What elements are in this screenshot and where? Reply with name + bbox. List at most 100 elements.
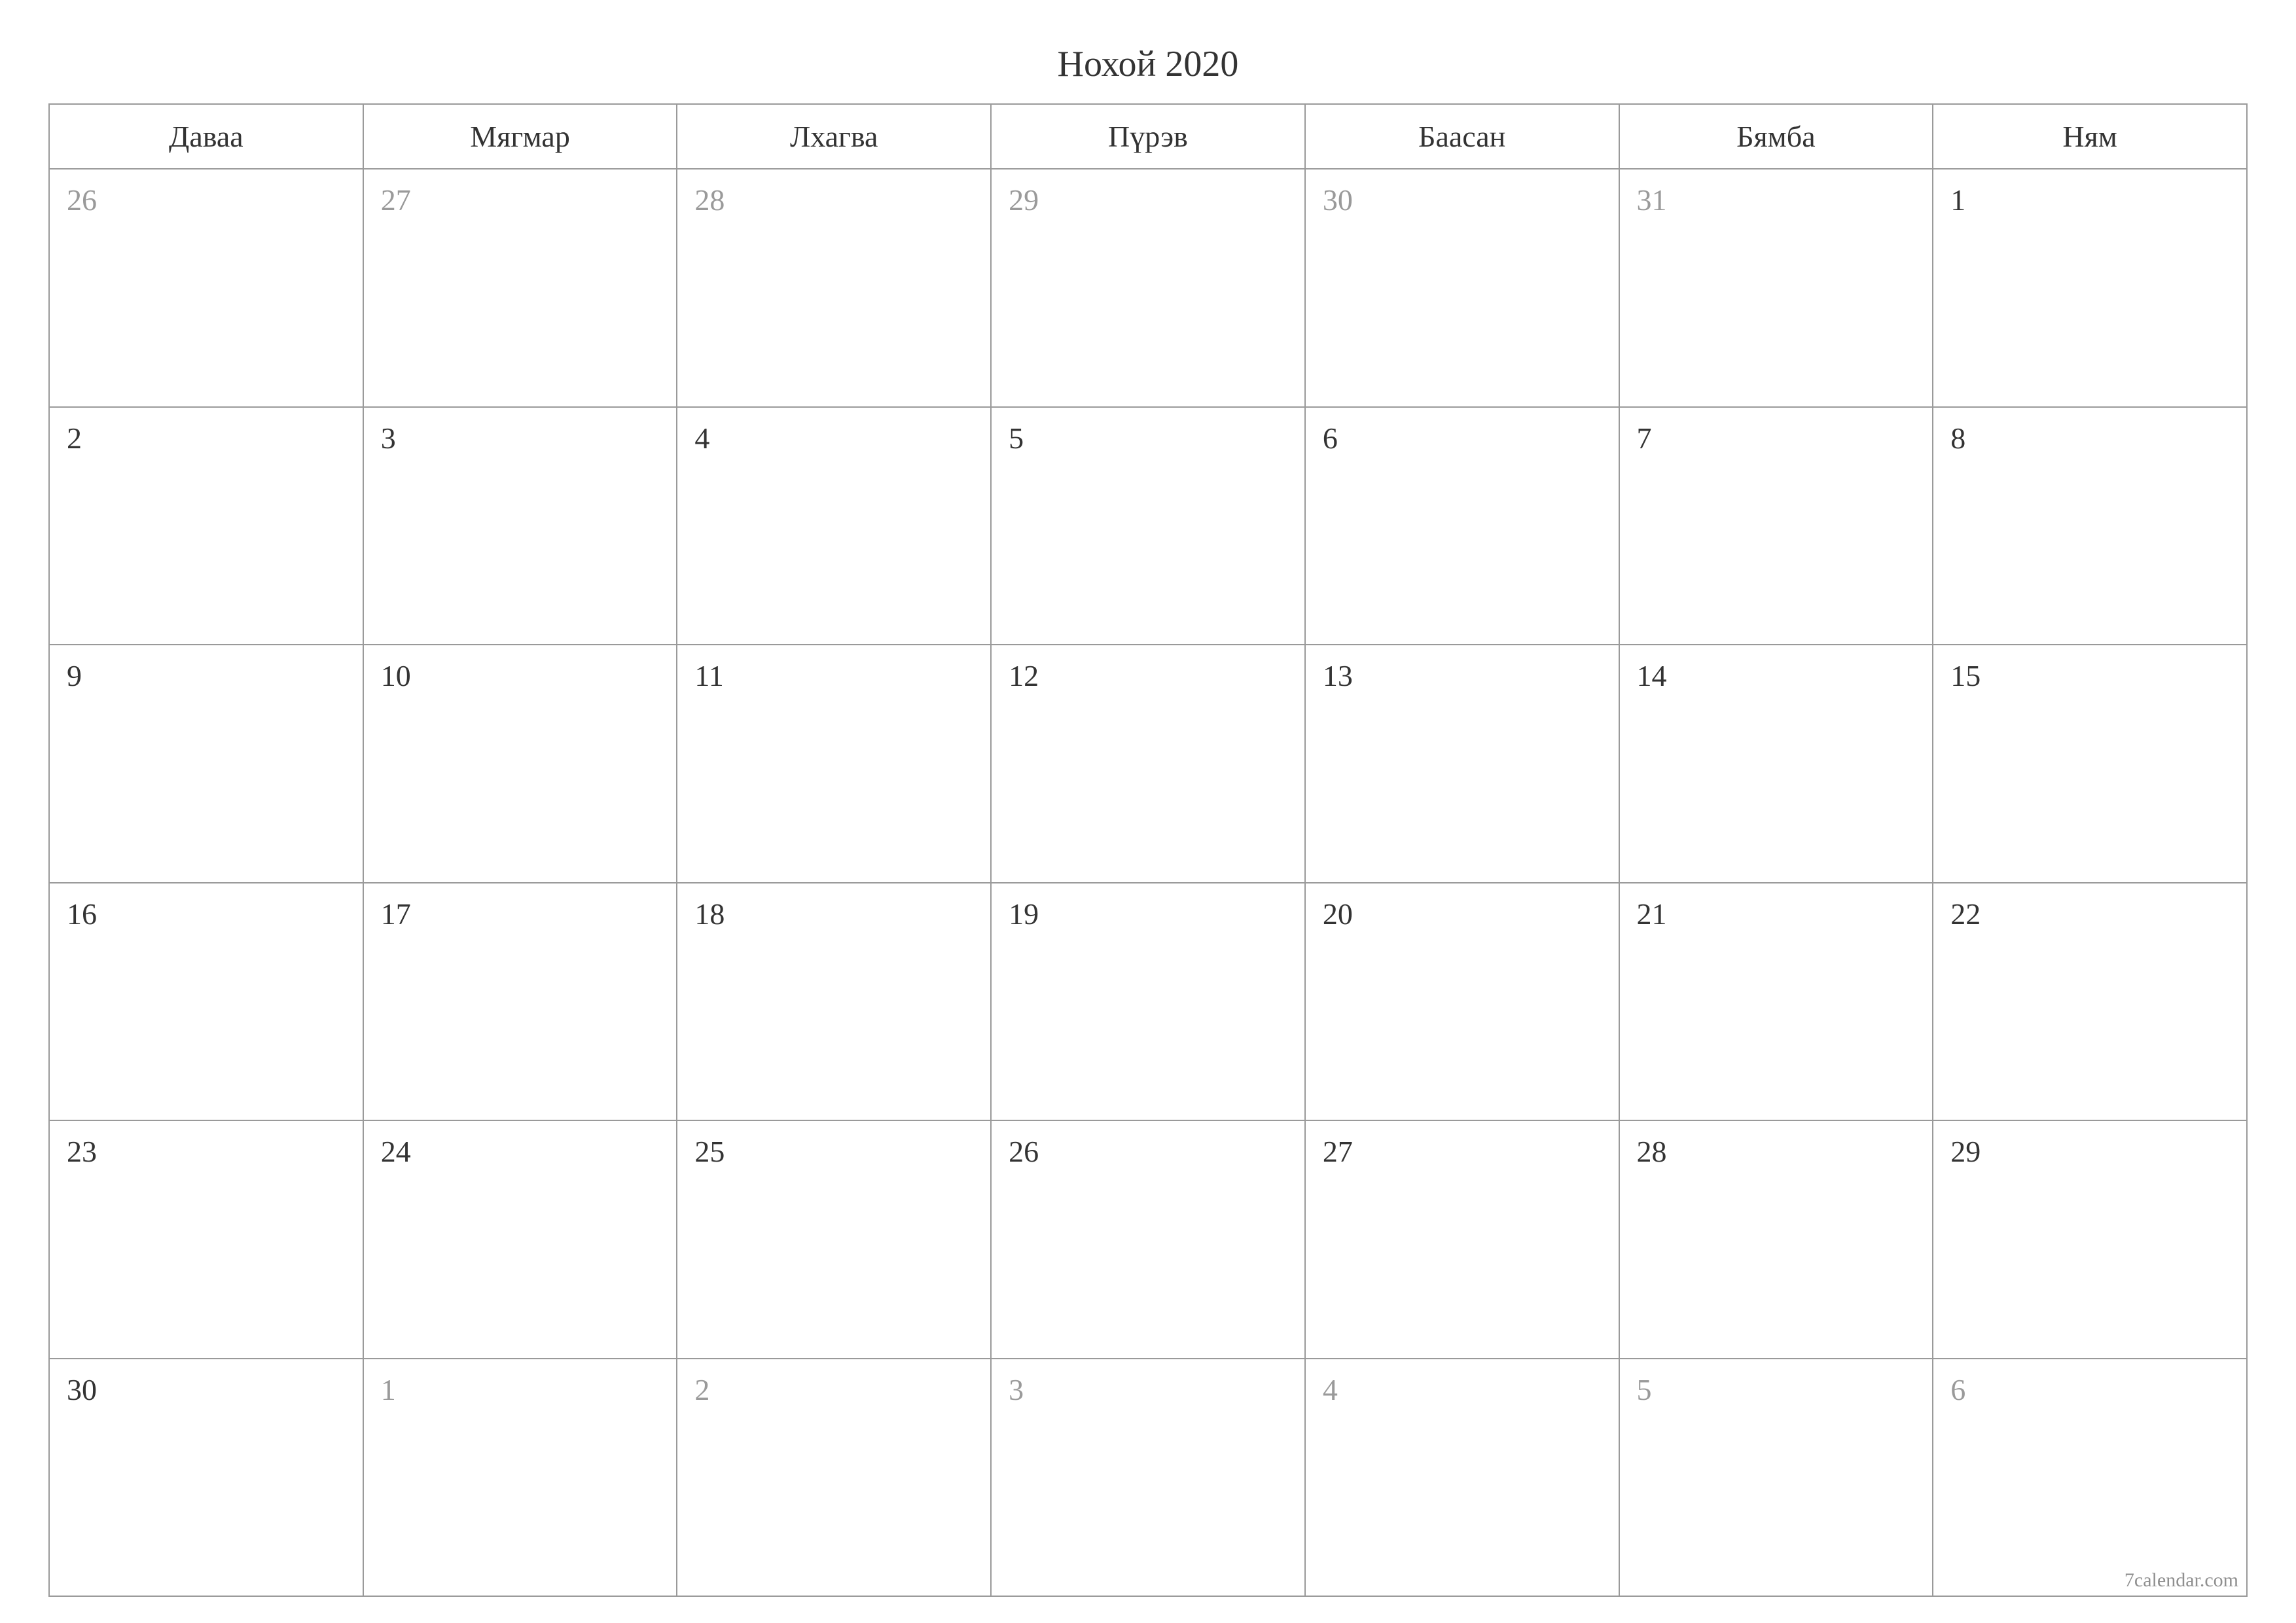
day-number: 3 — [381, 421, 396, 455]
calendar-body: 26 27 28 29 30 31 1 2 3 4 5 6 7 8 9 10 1… — [49, 169, 2247, 1596]
calendar-day-cell: 7 — [1619, 407, 1933, 645]
day-number: 28 — [1637, 1135, 1667, 1168]
weekday-header-row: Даваа Мягмар Лхагва Пүрэв Баасан Бямба Н… — [49, 104, 2247, 169]
calendar-day-cell: 22 — [1933, 883, 2247, 1121]
day-number: 2 — [694, 1373, 709, 1406]
calendar-day-cell: 10 — [363, 645, 677, 883]
calendar-day-cell: 2 — [49, 407, 363, 645]
calendar-day-cell: 1 — [1933, 169, 2247, 407]
day-number: 12 — [1009, 659, 1039, 692]
weekday-header: Лхагва — [677, 104, 991, 169]
day-number: 1 — [1950, 183, 1965, 217]
calendar-day-cell: 14 — [1619, 645, 1933, 883]
calendar-day-cell: 28 — [677, 169, 991, 407]
calendar-table: Даваа Мягмар Лхагва Пүрэв Баасан Бямба Н… — [48, 103, 2248, 1597]
calendar-day-cell: 27 — [1305, 1120, 1619, 1359]
calendar-page: Нохой 2020 Даваа Мягмар Лхагва Пүрэв Баа… — [0, 0, 2296, 1623]
day-number: 4 — [694, 421, 709, 455]
day-number: 21 — [1637, 897, 1667, 931]
calendar-title: Нохой 2020 — [48, 43, 2248, 85]
calendar-day-cell: 18 — [677, 883, 991, 1121]
calendar-week-row: 16 17 18 19 20 21 22 — [49, 883, 2247, 1121]
calendar-day-cell: 1 — [363, 1359, 677, 1597]
day-number: 25 — [694, 1135, 725, 1168]
day-number: 28 — [694, 183, 725, 217]
calendar-day-cell: 3 — [991, 1359, 1305, 1597]
day-number: 2 — [67, 421, 82, 455]
calendar-day-cell: 16 — [49, 883, 363, 1121]
day-number: 30 — [1323, 183, 1353, 217]
weekday-header: Баасан — [1305, 104, 1619, 169]
calendar-day-cell: 17 — [363, 883, 677, 1121]
day-number: 9 — [67, 659, 82, 692]
footer-credit: 7calendar.com — [2125, 1569, 2238, 1592]
calendar-day-cell: 21 — [1619, 883, 1933, 1121]
day-number: 22 — [1950, 897, 1981, 931]
calendar-day-cell: 12 — [991, 645, 1305, 883]
day-number: 5 — [1637, 1373, 1652, 1406]
weekday-header: Пүрэв — [991, 104, 1305, 169]
day-number: 6 — [1950, 1373, 1965, 1406]
day-number: 23 — [67, 1135, 97, 1168]
day-number: 17 — [381, 897, 411, 931]
calendar-day-cell: 5 — [991, 407, 1305, 645]
calendar-day-cell: 20 — [1305, 883, 1619, 1121]
calendar-day-cell: 11 — [677, 645, 991, 883]
calendar-day-cell: 30 — [1305, 169, 1619, 407]
day-number: 6 — [1323, 421, 1338, 455]
calendar-day-cell: 27 — [363, 169, 677, 407]
calendar-day-cell: 8 — [1933, 407, 2247, 645]
calendar-day-cell: 26 — [49, 169, 363, 407]
day-number: 16 — [67, 897, 97, 931]
calendar-day-cell: 24 — [363, 1120, 677, 1359]
calendar-day-cell: 6 7calendar.com — [1933, 1359, 2247, 1597]
calendar-week-row: 30 1 2 3 4 5 6 7calendar.com — [49, 1359, 2247, 1597]
calendar-day-cell: 19 — [991, 883, 1305, 1121]
calendar-day-cell: 29 — [1933, 1120, 2247, 1359]
calendar-day-cell: 26 — [991, 1120, 1305, 1359]
day-number: 18 — [694, 897, 725, 931]
day-number: 29 — [1009, 183, 1039, 217]
calendar-day-cell: 4 — [677, 407, 991, 645]
day-number: 1 — [381, 1373, 396, 1406]
weekday-header: Ням — [1933, 104, 2247, 169]
day-number: 15 — [1950, 659, 1981, 692]
calendar-day-cell: 13 — [1305, 645, 1619, 883]
day-number: 14 — [1637, 659, 1667, 692]
day-number: 27 — [381, 183, 411, 217]
day-number: 4 — [1323, 1373, 1338, 1406]
calendar-day-cell: 25 — [677, 1120, 991, 1359]
day-number: 8 — [1950, 421, 1965, 455]
weekday-header: Мягмар — [363, 104, 677, 169]
day-number: 29 — [1950, 1135, 1981, 1168]
day-number: 11 — [694, 659, 723, 692]
calendar-day-cell: 5 — [1619, 1359, 1933, 1597]
calendar-day-cell: 30 — [49, 1359, 363, 1597]
calendar-day-cell: 31 — [1619, 169, 1933, 407]
calendar-week-row: 23 24 25 26 27 28 29 — [49, 1120, 2247, 1359]
day-number: 30 — [67, 1373, 97, 1406]
day-number: 26 — [67, 183, 97, 217]
calendar-day-cell: 9 — [49, 645, 363, 883]
day-number: 26 — [1009, 1135, 1039, 1168]
day-number: 20 — [1323, 897, 1353, 931]
day-number: 5 — [1009, 421, 1024, 455]
day-number: 7 — [1637, 421, 1652, 455]
day-number: 24 — [381, 1135, 411, 1168]
calendar-day-cell: 6 — [1305, 407, 1619, 645]
calendar-week-row: 2 3 4 5 6 7 8 — [49, 407, 2247, 645]
calendar-day-cell: 2 — [677, 1359, 991, 1597]
day-number: 31 — [1637, 183, 1667, 217]
day-number: 27 — [1323, 1135, 1353, 1168]
calendar-day-cell: 28 — [1619, 1120, 1933, 1359]
weekday-header: Даваа — [49, 104, 363, 169]
calendar-day-cell: 23 — [49, 1120, 363, 1359]
calendar-day-cell: 4 — [1305, 1359, 1619, 1597]
calendar-week-row: 26 27 28 29 30 31 1 — [49, 169, 2247, 407]
weekday-header: Бямба — [1619, 104, 1933, 169]
day-number: 13 — [1323, 659, 1353, 692]
day-number: 10 — [381, 659, 411, 692]
day-number: 3 — [1009, 1373, 1024, 1406]
day-number: 19 — [1009, 897, 1039, 931]
calendar-day-cell: 29 — [991, 169, 1305, 407]
